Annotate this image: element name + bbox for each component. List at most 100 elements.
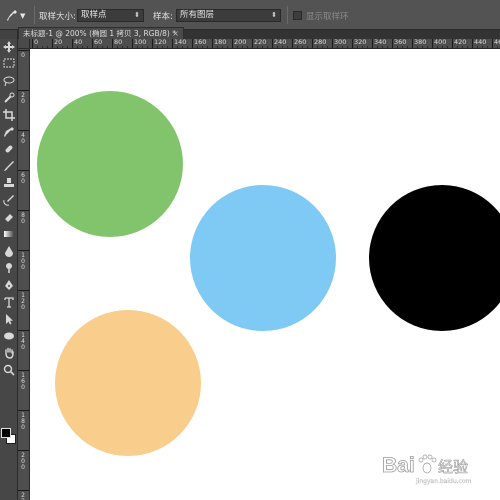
crop-tool-icon[interactable] [2,109,16,121]
ruler-tick [312,39,313,48]
hand-tool-icon[interactable] [2,347,16,359]
ruler-label: 220 [254,39,267,46]
spot-healing-tool-icon[interactable] [2,143,16,155]
brush-tool-icon[interactable] [2,160,16,172]
options-bar: ▼ 取样大小: 取样点 ⬍ 样本: 所有图层 ⬍ 显示取样环 [0,0,500,30]
sample-value: 所有图层 [180,10,215,20]
ruler-label: 120 [21,292,25,311]
blue-circle[interactable] [190,185,336,331]
zoom-tool-icon[interactable] [2,364,16,376]
dodge-tool-icon[interactable] [2,262,16,274]
pen-tool-icon[interactable] [2,279,16,291]
separator [287,6,288,24]
ruler-tick [152,39,153,48]
toolbox [0,39,18,500]
horizontal-ruler[interactable]: 0 20 40 60 80 100 120 140 160 180 200 220 240 260 280 3… [30,39,500,49]
foreground-color-swatch[interactable] [1,428,11,438]
ruler-tick [112,39,113,48]
eyedropper-tool-icon[interactable] [2,126,16,138]
green-circle[interactable] [37,91,183,237]
ruler-label: 160 [21,372,25,391]
ruler-tick [132,39,133,48]
eyedropper-icon[interactable]: ▼ [6,7,32,23]
sample-label: 样本: [153,12,173,22]
ruler-label: 40 [21,132,25,145]
quick-selection-tool-icon[interactable] [2,92,16,104]
chevron-down-icon: ⬍ [134,11,140,19]
ruler-label: 60 [21,172,25,185]
ruler-label: 0 [34,39,39,46]
ruler-tick [232,39,233,48]
ellipse-tool-icon[interactable] [2,330,16,342]
ruler-label: 180 [214,39,227,46]
show-ring-checkbox[interactable] [293,11,302,20]
ruler-label: 100 [21,252,25,271]
sample-size-select[interactable]: 取样点 ⬍ [77,9,144,22]
ruler-tick [18,130,29,131]
document-tab-title: 未标题-1 @ 200% (椭圆 1 拷贝 3, RGB/8) * [23,29,176,38]
marquee-tool-icon[interactable] [2,58,16,70]
ruler-label: 80 [114,39,123,46]
vertical-ruler[interactable]: 0 20 40 60 80 100 120 140 160 180 200 220 [18,49,30,500]
ruler-tick [332,39,333,48]
ruler-label: 140 [21,332,25,351]
show-ring-label: 显示取样环 [306,12,349,22]
ruler-label: 460 [494,39,500,46]
lasso-tool-icon[interactable] [2,75,16,87]
ruler-tick [18,330,29,331]
chevron-down-icon: ⬍ [271,11,277,19]
clone-stamp-tool-icon[interactable] [2,177,16,189]
watermark-url: jingyan.baidu.com [415,478,472,485]
blur-tool-icon[interactable] [2,245,16,257]
ruler-label: 200 [21,452,25,471]
watermark-brand: Bai [382,454,415,477]
ruler-label: 440 [474,39,487,46]
sample-size-label: 取样大小: [39,12,76,22]
ruler-tick [18,410,29,411]
ruler-label: 300 [334,39,347,46]
ruler-label: 420 [454,39,467,46]
ruler-label: 280 [314,39,327,46]
close-icon[interactable]: × [172,28,179,39]
ruler-label: 0 [21,52,25,59]
history-brush-tool-icon[interactable] [2,194,16,206]
ruler-tick [272,39,273,48]
ruler-tick [18,370,29,371]
ruler-label: 320 [354,39,367,46]
ruler-origin[interactable] [18,39,30,49]
ruler-label: 340 [374,39,387,46]
black-circle[interactable] [369,185,500,331]
ruler-tick [472,39,473,48]
ruler-label: 220 [21,492,25,500]
ruler-tick [18,290,29,291]
ruler-label: 20 [21,92,25,105]
ruler-label: 400 [434,39,447,46]
path-selection-tool-icon[interactable] [2,313,16,325]
orange-circle[interactable] [55,310,201,456]
type-tool-icon[interactable] [2,296,16,308]
ruler-tick [392,39,393,48]
ruler-tick [192,39,193,48]
ruler-tick [352,39,353,48]
ruler-tick [372,39,373,48]
ruler-tick [18,450,29,451]
ruler-tick [172,39,173,48]
ruler-tick [18,210,29,211]
watermark-suffix: 经验 [438,458,468,476]
gradient-tool-icon[interactable] [2,228,16,240]
baidu-watermark: Bai 经验 jingyan.baidu.com [380,448,492,488]
eraser-tool-icon[interactable] [2,211,16,223]
ruler-tick [18,50,29,51]
ruler-label: 60 [94,39,103,46]
move-tool-icon[interactable] [2,41,16,53]
document-tab[interactable]: 未标题-1 @ 200% (椭圆 1 拷贝 3, RGB/8) * × [18,27,184,39]
ruler-tick [18,90,29,91]
ruler-tick [252,39,253,48]
sample-select[interactable]: 所有图层 ⬍ [176,9,281,22]
ruler-tick [52,39,53,48]
document-canvas[interactable] [30,49,500,500]
ruler-tick [212,39,213,48]
ruler-label: 80 [21,212,25,225]
ruler-tick [18,250,29,251]
ruler-label: 40 [74,39,83,46]
